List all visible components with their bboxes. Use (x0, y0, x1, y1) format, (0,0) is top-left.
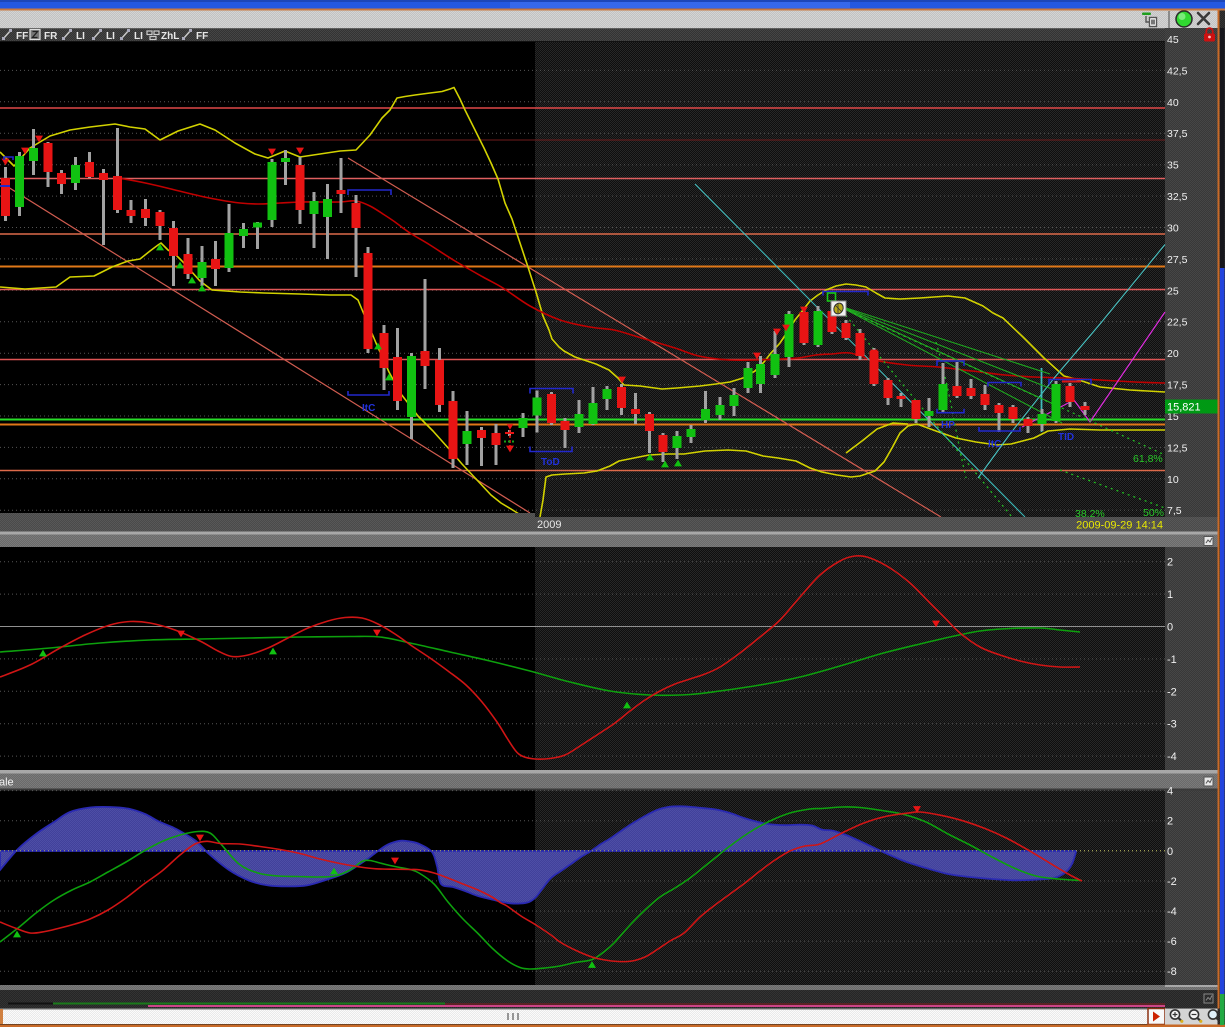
svg-text:7,5: 7,5 (1167, 505, 1182, 517)
svg-text:FF: FF (16, 31, 28, 42)
svg-text:LI: LI (76, 31, 85, 42)
svg-text:HP: HP (941, 420, 955, 431)
svg-text:FF: FF (196, 31, 208, 42)
svg-text:FR: FR (44, 31, 58, 42)
svg-text:-1: -1 (1167, 654, 1177, 666)
svg-text:-2: -2 (1167, 686, 1177, 698)
svg-text:20: 20 (1167, 348, 1179, 360)
svg-text:-4: -4 (1167, 906, 1177, 918)
svg-text:30: 30 (1167, 223, 1179, 235)
svg-text:TID: TID (1058, 432, 1074, 443)
svg-text:37,5: 37,5 (1167, 128, 1188, 140)
svg-text:ItC: ItC (362, 403, 375, 414)
svg-text:-3: -3 (1167, 719, 1177, 731)
svg-text:10: 10 (1167, 474, 1179, 486)
svg-text:35: 35 (1167, 160, 1179, 172)
svg-text:15,821: 15,821 (1167, 402, 1201, 414)
svg-text:4: 4 (1167, 786, 1173, 798)
svg-text:-2: -2 (1167, 876, 1177, 888)
svg-text:17,5: 17,5 (1167, 380, 1188, 392)
svg-text:40: 40 (1167, 97, 1179, 109)
svg-text:ToD: ToD (541, 457, 560, 468)
svg-text:-6: -6 (1167, 936, 1177, 948)
svg-text:0: 0 (1167, 846, 1173, 858)
svg-text:0: 0 (1167, 622, 1173, 634)
svg-text:LI: LI (134, 31, 143, 42)
svg-text:25: 25 (1167, 285, 1179, 297)
svg-text:61,8%: 61,8% (1133, 453, 1163, 465)
svg-text:-4: -4 (1167, 751, 1177, 763)
svg-text:2: 2 (1167, 816, 1173, 828)
svg-text:ItC: ItC (988, 439, 1001, 450)
svg-text:1: 1 (1167, 589, 1173, 601)
svg-text:ZhL: ZhL (161, 31, 179, 42)
svg-text:-8: -8 (1167, 966, 1177, 978)
svg-text:45: 45 (1167, 34, 1179, 46)
svg-text:22,5: 22,5 (1167, 317, 1188, 329)
svg-text:LI: LI (106, 31, 115, 42)
svg-text:27,5: 27,5 (1167, 254, 1188, 266)
svg-text:2009-09-29 14:14: 2009-09-29 14:14 (1076, 520, 1163, 532)
svg-text:32,5: 32,5 (1167, 191, 1188, 203)
svg-text:ale: ale (0, 777, 14, 789)
svg-text:12,5: 12,5 (1167, 442, 1188, 454)
svg-text:42,5: 42,5 (1167, 65, 1188, 77)
svg-text:2009: 2009 (537, 519, 561, 531)
svg-text:2: 2 (1167, 557, 1173, 569)
